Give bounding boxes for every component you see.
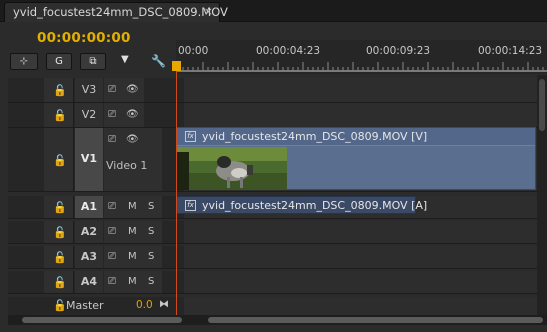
track-row-v2: 🔓 V2 ⎚ 👁	[8, 103, 547, 128]
track-row-a2: 🔓 A2 ⎚ M S	[8, 221, 547, 244]
track-controls-a1: ⎚ M S	[104, 196, 162, 218]
lock-icon: 🔓	[53, 109, 67, 122]
tab-bar: yvid_focustest24mm_DSC_0809.MOV ×	[0, 0, 547, 22]
track-label-v1: Video 1	[106, 159, 148, 172]
ruler-label: 00:00	[178, 45, 209, 57]
eye-icon[interactable]: 👁	[126, 109, 139, 120]
fx-badge: fx	[185, 200, 196, 211]
eye-icon[interactable]: 👁	[126, 84, 139, 95]
horizontal-scrollbar[interactable]	[8, 315, 547, 325]
master-label: Master	[66, 299, 104, 312]
video-clip[interactable]: fx yvid_focustest24mm_DSC_0809.MOV [V]	[176, 127, 536, 190]
sync-lock-icon[interactable]: ⎚	[108, 134, 116, 145]
track-lane-a2[interactable]	[184, 221, 547, 243]
track-lock-v3[interactable]: 🔓	[44, 78, 74, 102]
track-controls-a2: ⎚ M S	[104, 221, 162, 243]
track-name-a1[interactable]: A1	[75, 196, 103, 218]
snap-magnet-icon[interactable]: G	[46, 53, 72, 70]
solo-button[interactable]: S	[148, 226, 154, 237]
sync-lock-icon[interactable]: ⎚	[108, 201, 116, 212]
lock-icon: 🔓	[53, 154, 67, 167]
clip-thumbnail	[177, 147, 287, 190]
track-controls-a4: ⎚ M S	[104, 271, 162, 293]
lock-icon: 🔓	[53, 84, 67, 97]
track-lock-a4[interactable]: 🔓	[44, 271, 74, 293]
eye-icon[interactable]: 👁	[126, 134, 139, 145]
sync-lock-icon[interactable]: ⎚	[108, 84, 116, 95]
header-scroll-thumb[interactable]	[22, 317, 182, 323]
track-name-v1[interactable]: V1	[75, 128, 103, 191]
clip-header: fx yvid_focustest24mm_DSC_0809.MOV [V]	[177, 128, 535, 146]
audio-clip[interactable]: fx yvid_focustest24mm_DSC_0809.MOV [A]	[176, 196, 427, 214]
lock-icon: 🔓	[53, 251, 67, 264]
track-lane-v3[interactable]	[184, 78, 547, 102]
track-controls-v1: ⎚ 👁 Video 1	[104, 128, 162, 191]
track-lock-a2[interactable]: 🔓	[44, 221, 74, 243]
timeline-scroll-thumb[interactable]	[208, 317, 543, 323]
track-lane-master[interactable]	[184, 297, 547, 315]
track-name-a3[interactable]: A3	[75, 246, 103, 268]
track-lock-v1[interactable]: 🔓	[44, 128, 74, 191]
add-marker-icon[interactable]: ▼	[121, 54, 129, 65]
clip-name: yvid_focustest24mm_DSC_0809.MOV [V]	[202, 130, 428, 143]
playhead-timecode[interactable]: 00:00:00:00	[37, 30, 131, 46]
track-row-a3: 🔓 A3 ⎚ M S	[8, 246, 547, 269]
solo-button[interactable]: S	[148, 276, 154, 287]
sync-lock-icon[interactable]: ⎚	[108, 251, 116, 262]
lock-icon: 🔓	[53, 226, 67, 239]
ruler-label: 00:00:14:23	[478, 45, 543, 57]
track-controls-v2: ⎚ 👁	[104, 103, 144, 127]
solo-button[interactable]: S	[148, 201, 154, 212]
work-area-bar[interactable]	[176, 70, 547, 72]
sync-lock-icon[interactable]: ⎚	[108, 276, 116, 287]
track-controls-v3: ⎚ 👁	[104, 78, 144, 102]
track-name-a2[interactable]: A2	[75, 221, 103, 243]
lock-icon: 🔓	[53, 276, 67, 289]
mute-button[interactable]: M	[128, 226, 137, 237]
tab-title: yvid_focustest24mm_DSC_0809.MOV	[13, 5, 228, 19]
close-icon[interactable]: ×	[204, 5, 213, 18]
track-lane-a4[interactable]	[184, 271, 547, 293]
sync-lock-icon[interactable]: ⎚	[108, 109, 116, 120]
fx-badge: fx	[185, 131, 196, 142]
track-lane-a3[interactable]	[184, 246, 547, 268]
linked-selection-icon[interactable]: ⧉	[80, 53, 106, 70]
track-lane-v2[interactable]	[184, 103, 547, 127]
mute-button[interactable]: M	[128, 201, 137, 212]
track-name-v2[interactable]: V2	[75, 103, 103, 127]
vertical-scrollbar[interactable]	[537, 75, 547, 315]
track-row-v3: 🔓 V3 ⎚ 👁	[8, 78, 547, 103]
lock-icon[interactable]: 🔓	[53, 299, 67, 312]
mute-button[interactable]: M	[128, 276, 137, 287]
vertical-scroll-thumb[interactable]	[539, 79, 545, 131]
sync-lock-icon[interactable]: ⎚	[108, 226, 116, 237]
wrench-settings-icon[interactable]: 🔧	[151, 54, 166, 68]
go-to-end-icon[interactable]: ⧓	[159, 299, 169, 310]
track-lock-a1[interactable]: 🔓	[44, 196, 74, 218]
mute-button[interactable]: M	[128, 251, 137, 262]
track-name-v3[interactable]: V3	[75, 78, 103, 102]
time-ruler[interactable]: 00:00 00:00:04:23 00:00:09:23 00:00:14:2…	[176, 40, 547, 74]
track-row-a4: 🔓 A4 ⎚ M S	[8, 271, 547, 294]
track-lock-a3[interactable]: 🔓	[44, 246, 74, 268]
track-lock-v2[interactable]: 🔓	[44, 103, 74, 127]
insert-sequence-as-nest-icon[interactable]: ⊹	[10, 53, 38, 70]
lock-icon: 🔓	[53, 201, 67, 214]
track-controls-a3: ⎚ M S	[104, 246, 162, 268]
playhead-line[interactable]	[176, 70, 177, 315]
tab-sequence[interactable]: yvid_focustest24mm_DSC_0809.MOV ×	[4, 2, 228, 22]
master-volume-value[interactable]: 0.0	[136, 299, 153, 311]
master-track-row: 🔓 Master 0.0 ⧓	[8, 297, 547, 315]
clip-name: yvid_focustest24mm_DSC_0809.MOV [A]	[202, 199, 428, 212]
ruler-label: 00:00:04:23	[256, 45, 321, 57]
track-name-a4[interactable]: A4	[75, 271, 103, 293]
ruler-label: 00:00:09:23	[366, 45, 431, 57]
playhead-handle[interactable]	[172, 61, 181, 71]
solo-button[interactable]: S	[148, 251, 154, 262]
